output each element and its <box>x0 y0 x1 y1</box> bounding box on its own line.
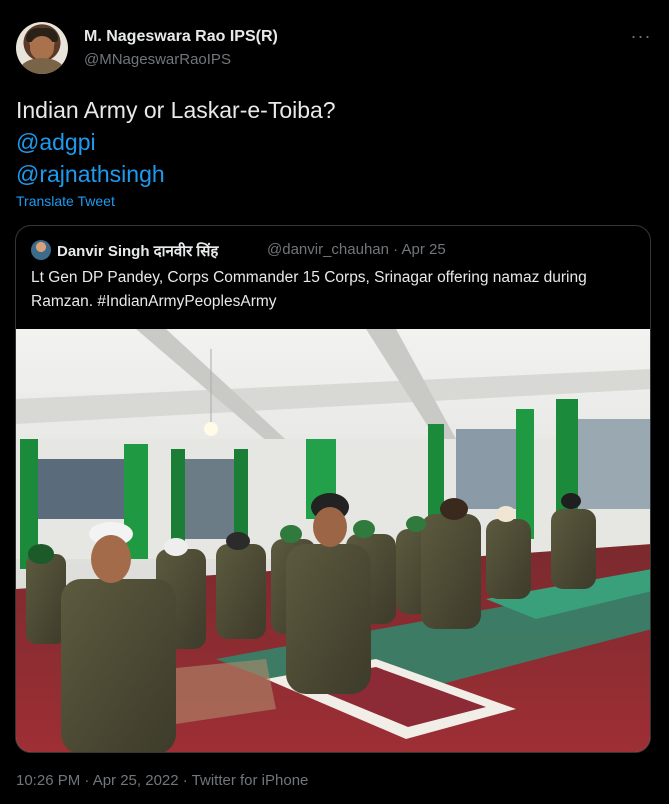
translate-tweet-link[interactable]: Translate Tweet <box>16 193 115 209</box>
mention-link-adgpi[interactable]: @adgpi <box>16 126 336 158</box>
avatar-body <box>20 58 64 74</box>
more-horizontal-icon[interactable]: ··· <box>629 26 653 46</box>
mention-link-rajnathsingh[interactable]: @rajnathsingh <box>16 158 336 190</box>
tweet-header: M. Nageswara Rao IPS(R) @MNageswarRaoIPS… <box>16 20 653 76</box>
tweet-text-line: Indian Army or Laskar-e-Toiba? <box>16 97 336 123</box>
quoted-tweet-photo[interactable] <box>16 329 651 753</box>
avatar-face <box>30 36 54 60</box>
quoted-tweet-text: Lt Gen DP Pandey, Corps Commander 15 Cor… <box>31 269 587 310</box>
author-avatar[interactable] <box>16 22 68 74</box>
quoted-author-name[interactable]: Danvir Singh दानवीर सिंह <box>57 241 218 261</box>
quoted-author-handle-date: @danvir_chauhan · Apr 25 <box>267 241 446 258</box>
quoted-author-avatar[interactable] <box>31 240 51 260</box>
author-handle[interactable]: @MNageswarRaoIPS <box>84 51 231 68</box>
tweet-text: Indian Army or Laskar-e-Toiba? @adgpi @r… <box>16 94 336 190</box>
tweet-meta: 10:26 PM · Apr 25, 2022 · Twitter for iP… <box>16 772 309 789</box>
author-name[interactable]: M. Nageswara Rao IPS(R) <box>84 28 278 46</box>
quoted-tweet[interactable]: Danvir Singh दानवीर सिंह @danvir_chauhan… <box>15 225 651 753</box>
